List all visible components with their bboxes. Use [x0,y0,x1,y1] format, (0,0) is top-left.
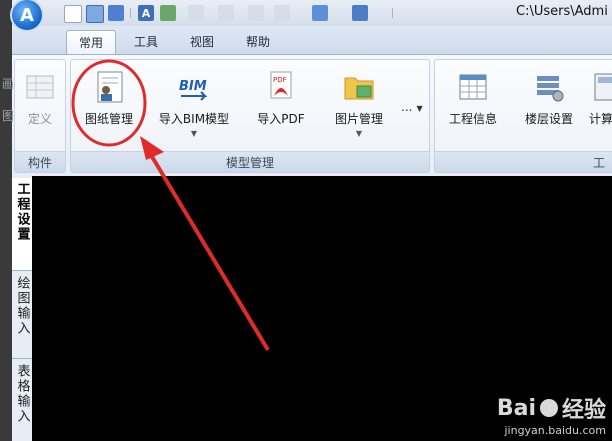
watermark-brand: Bai 经验 [496,395,606,424]
annotation-arrow-head [140,136,164,160]
annotation-overlay [71,59,270,352]
baidu-watermark: Bai 经验 jingyan.baidu.com [496,392,606,438]
watermark-url: jingyan.baidu.com [504,424,606,437]
annotation-circle [71,59,147,147]
paw-icon [539,399,558,417]
annotation-arrow-line [146,148,270,352]
app-logo[interactable]: A [12,0,42,30]
